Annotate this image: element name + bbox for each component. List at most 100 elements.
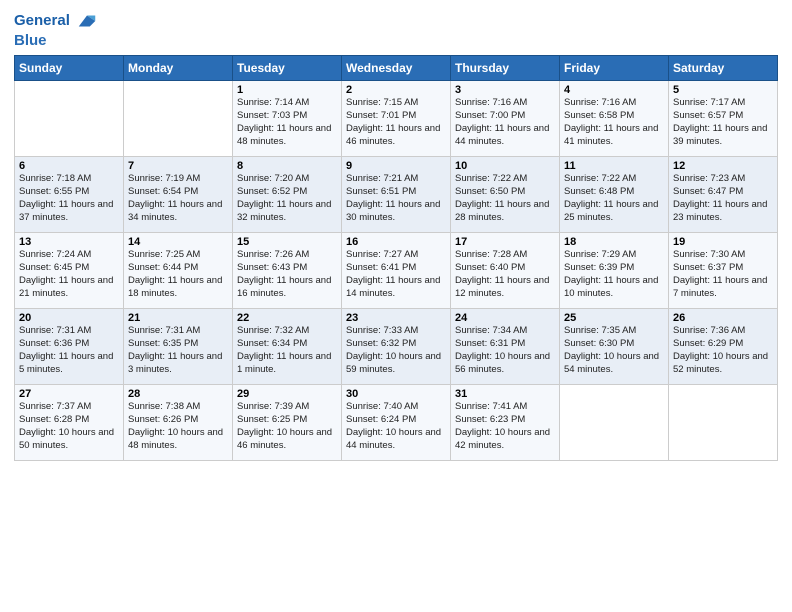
day-number: 9 [346, 160, 446, 172]
calendar-cell [124, 81, 233, 157]
day-number: 4 [564, 84, 664, 96]
calendar-cell: 24Sunrise: 7:34 AM Sunset: 6:31 PM Dayli… [451, 309, 560, 385]
calendar-cell [669, 385, 778, 461]
day-number: 7 [128, 160, 228, 172]
day-number: 6 [19, 160, 119, 172]
day-number: 27 [19, 388, 119, 400]
calendar-cell: 17Sunrise: 7:28 AM Sunset: 6:40 PM Dayli… [451, 233, 560, 309]
cell-text: Sunrise: 7:22 AM Sunset: 6:50 PM Dayligh… [455, 173, 555, 224]
cell-text: Sunrise: 7:26 AM Sunset: 6:43 PM Dayligh… [237, 249, 337, 300]
calendar-cell: 29Sunrise: 7:39 AM Sunset: 6:25 PM Dayli… [233, 385, 342, 461]
cell-text: Sunrise: 7:19 AM Sunset: 6:54 PM Dayligh… [128, 173, 228, 224]
calendar-cell: 23Sunrise: 7:33 AM Sunset: 6:32 PM Dayli… [342, 309, 451, 385]
cell-text: Sunrise: 7:41 AM Sunset: 6:23 PM Dayligh… [455, 401, 555, 452]
cell-text: Sunrise: 7:36 AM Sunset: 6:29 PM Dayligh… [673, 325, 773, 376]
cell-text: Sunrise: 7:34 AM Sunset: 6:31 PM Dayligh… [455, 325, 555, 376]
day-number: 12 [673, 160, 773, 172]
calendar-cell: 26Sunrise: 7:36 AM Sunset: 6:29 PM Dayli… [669, 309, 778, 385]
calendar-cell: 8Sunrise: 7:20 AM Sunset: 6:52 PM Daylig… [233, 157, 342, 233]
calendar-cell: 16Sunrise: 7:27 AM Sunset: 6:41 PM Dayli… [342, 233, 451, 309]
day-number: 2 [346, 84, 446, 96]
cell-text: Sunrise: 7:25 AM Sunset: 6:44 PM Dayligh… [128, 249, 228, 300]
day-number: 13 [19, 236, 119, 248]
cell-text: Sunrise: 7:18 AM Sunset: 6:55 PM Dayligh… [19, 173, 119, 224]
cell-text: Sunrise: 7:20 AM Sunset: 6:52 PM Dayligh… [237, 173, 337, 224]
cell-text: Sunrise: 7:30 AM Sunset: 6:37 PM Dayligh… [673, 249, 773, 300]
day-number: 5 [673, 84, 773, 96]
calendar-cell: 3Sunrise: 7:16 AM Sunset: 7:00 PM Daylig… [451, 81, 560, 157]
calendar-cell: 31Sunrise: 7:41 AM Sunset: 6:23 PM Dayli… [451, 385, 560, 461]
weekday-header: Sunday [15, 56, 124, 81]
calendar-cell: 1Sunrise: 7:14 AM Sunset: 7:03 PM Daylig… [233, 81, 342, 157]
cell-text: Sunrise: 7:15 AM Sunset: 7:01 PM Dayligh… [346, 97, 446, 148]
day-number: 15 [237, 236, 337, 248]
calendar-cell: 9Sunrise: 7:21 AM Sunset: 6:51 PM Daylig… [342, 157, 451, 233]
cell-text: Sunrise: 7:21 AM Sunset: 6:51 PM Dayligh… [346, 173, 446, 224]
calendar-cell: 19Sunrise: 7:30 AM Sunset: 6:37 PM Dayli… [669, 233, 778, 309]
day-number: 25 [564, 312, 664, 324]
day-number: 23 [346, 312, 446, 324]
day-number: 19 [673, 236, 773, 248]
calendar-cell: 15Sunrise: 7:26 AM Sunset: 6:43 PM Dayli… [233, 233, 342, 309]
logo: General Blue [14, 10, 98, 49]
calendar-cell: 28Sunrise: 7:38 AM Sunset: 6:26 PM Dayli… [124, 385, 233, 461]
day-number: 21 [128, 312, 228, 324]
cell-text: Sunrise: 7:28 AM Sunset: 6:40 PM Dayligh… [455, 249, 555, 300]
calendar-cell: 2Sunrise: 7:15 AM Sunset: 7:01 PM Daylig… [342, 81, 451, 157]
logo-icon [76, 10, 98, 32]
cell-text: Sunrise: 7:27 AM Sunset: 6:41 PM Dayligh… [346, 249, 446, 300]
calendar-cell: 5Sunrise: 7:17 AM Sunset: 6:57 PM Daylig… [669, 81, 778, 157]
cell-text: Sunrise: 7:31 AM Sunset: 6:36 PM Dayligh… [19, 325, 119, 376]
day-number: 29 [237, 388, 337, 400]
day-number: 17 [455, 236, 555, 248]
day-number: 30 [346, 388, 446, 400]
calendar-cell: 14Sunrise: 7:25 AM Sunset: 6:44 PM Dayli… [124, 233, 233, 309]
calendar-cell: 13Sunrise: 7:24 AM Sunset: 6:45 PM Dayli… [15, 233, 124, 309]
calendar-cell: 27Sunrise: 7:37 AM Sunset: 6:28 PM Dayli… [15, 385, 124, 461]
cell-text: Sunrise: 7:16 AM Sunset: 7:00 PM Dayligh… [455, 97, 555, 148]
weekday-header: Saturday [669, 56, 778, 81]
weekday-header: Thursday [451, 56, 560, 81]
logo-text: General [14, 10, 98, 32]
cell-text: Sunrise: 7:29 AM Sunset: 6:39 PM Dayligh… [564, 249, 664, 300]
day-number: 24 [455, 312, 555, 324]
cell-text: Sunrise: 7:32 AM Sunset: 6:34 PM Dayligh… [237, 325, 337, 376]
day-number: 14 [128, 236, 228, 248]
day-number: 8 [237, 160, 337, 172]
day-number: 22 [237, 312, 337, 324]
calendar-table: SundayMondayTuesdayWednesdayThursdayFrid… [14, 55, 778, 461]
cell-text: Sunrise: 7:16 AM Sunset: 6:58 PM Dayligh… [564, 97, 664, 148]
page: General Blue SundayMondayTuesdayWednesda… [0, 0, 792, 612]
day-number: 3 [455, 84, 555, 96]
calendar-cell: 11Sunrise: 7:22 AM Sunset: 6:48 PM Dayli… [560, 157, 669, 233]
cell-text: Sunrise: 7:14 AM Sunset: 7:03 PM Dayligh… [237, 97, 337, 148]
calendar-cell: 12Sunrise: 7:23 AM Sunset: 6:47 PM Dayli… [669, 157, 778, 233]
day-number: 16 [346, 236, 446, 248]
weekday-header: Wednesday [342, 56, 451, 81]
cell-text: Sunrise: 7:38 AM Sunset: 6:26 PM Dayligh… [128, 401, 228, 452]
logo-blue: Blue [14, 32, 98, 49]
calendar-cell: 18Sunrise: 7:29 AM Sunset: 6:39 PM Dayli… [560, 233, 669, 309]
cell-text: Sunrise: 7:40 AM Sunset: 6:24 PM Dayligh… [346, 401, 446, 452]
calendar-cell: 30Sunrise: 7:40 AM Sunset: 6:24 PM Dayli… [342, 385, 451, 461]
calendar-cell: 6Sunrise: 7:18 AM Sunset: 6:55 PM Daylig… [15, 157, 124, 233]
day-number: 26 [673, 312, 773, 324]
calendar-cell: 25Sunrise: 7:35 AM Sunset: 6:30 PM Dayli… [560, 309, 669, 385]
day-number: 20 [19, 312, 119, 324]
cell-text: Sunrise: 7:35 AM Sunset: 6:30 PM Dayligh… [564, 325, 664, 376]
cell-text: Sunrise: 7:39 AM Sunset: 6:25 PM Dayligh… [237, 401, 337, 452]
calendar-cell: 10Sunrise: 7:22 AM Sunset: 6:50 PM Dayli… [451, 157, 560, 233]
day-number: 31 [455, 388, 555, 400]
header: General Blue [14, 10, 778, 49]
day-number: 1 [237, 84, 337, 96]
weekday-header: Monday [124, 56, 233, 81]
cell-text: Sunrise: 7:24 AM Sunset: 6:45 PM Dayligh… [19, 249, 119, 300]
cell-text: Sunrise: 7:31 AM Sunset: 6:35 PM Dayligh… [128, 325, 228, 376]
cell-text: Sunrise: 7:33 AM Sunset: 6:32 PM Dayligh… [346, 325, 446, 376]
weekday-header: Tuesday [233, 56, 342, 81]
cell-text: Sunrise: 7:37 AM Sunset: 6:28 PM Dayligh… [19, 401, 119, 452]
calendar-cell: 21Sunrise: 7:31 AM Sunset: 6:35 PM Dayli… [124, 309, 233, 385]
weekday-header: Friday [560, 56, 669, 81]
calendar-cell: 22Sunrise: 7:32 AM Sunset: 6:34 PM Dayli… [233, 309, 342, 385]
day-number: 10 [455, 160, 555, 172]
